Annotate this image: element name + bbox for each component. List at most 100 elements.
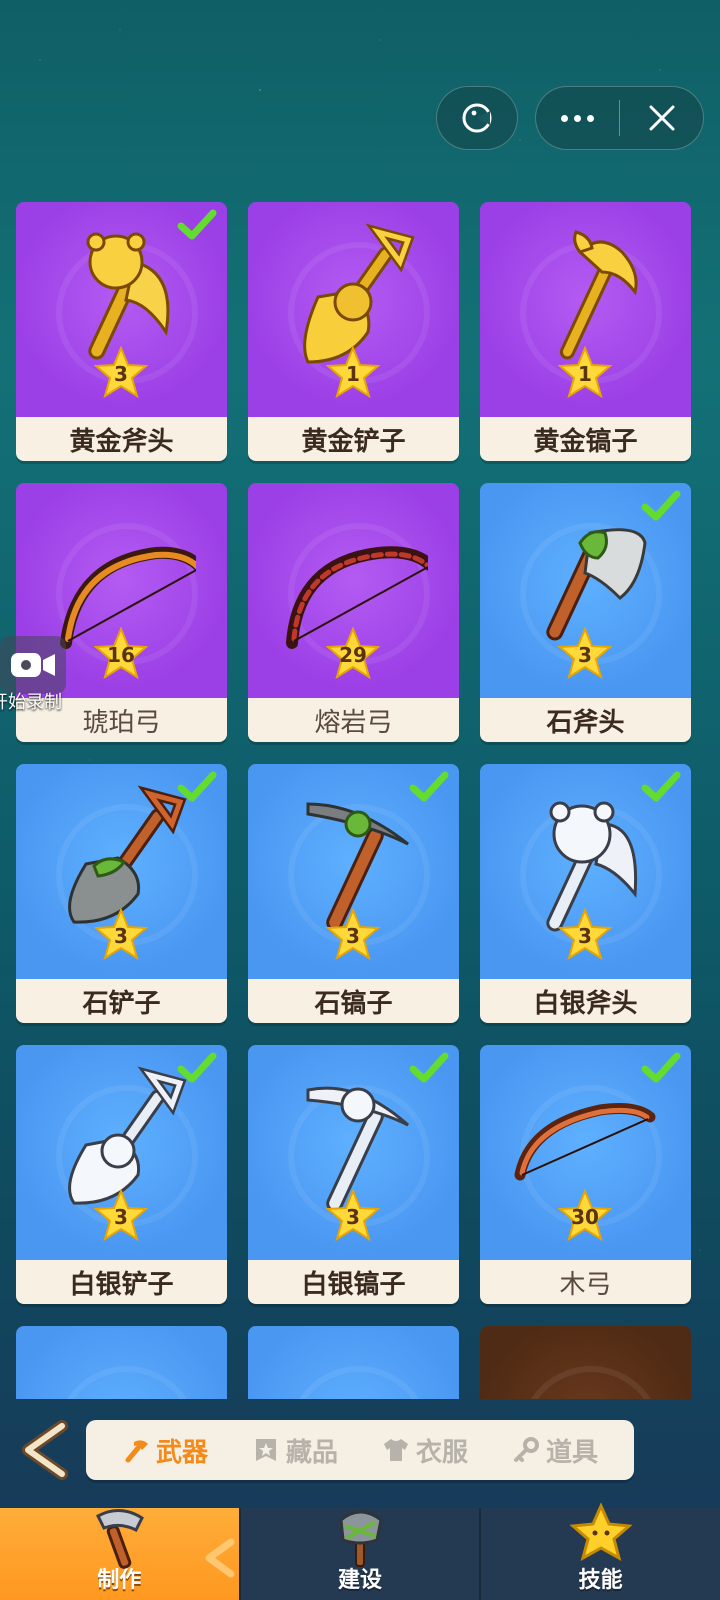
item-card[interactable]: 30 木弓	[480, 1045, 691, 1304]
key-icon	[513, 1437, 539, 1462]
item-grid: 3 黄金斧头 1 黄金铲子 1 黄金镐子 16 琥珀弓 29 熔岩弓 3 石斧头…	[16, 202, 706, 1399]
close-button[interactable]	[620, 87, 703, 149]
level-star: 1	[557, 345, 613, 399]
item-name: 白银镐子	[248, 1260, 459, 1304]
item-card[interactable]: 3 黄金斧头	[16, 202, 227, 461]
item-name: 石斧头	[480, 698, 691, 742]
more-button[interactable]	[536, 87, 619, 149]
item-card[interactable]	[480, 1326, 691, 1399]
level-value: 1	[346, 362, 360, 386]
star-badge-icon	[255, 1439, 276, 1461]
bottom-tab-bar: 制作 建设 技能	[0, 1502, 720, 1600]
level-star: 3	[557, 626, 613, 680]
game-face-button[interactable]	[436, 86, 518, 150]
item-card[interactable]: 3 石铲子	[16, 764, 227, 1023]
item-name: 木弓	[480, 1260, 691, 1304]
craft-hammer-icon	[96, 1509, 145, 1569]
level-star: 3	[325, 1188, 381, 1242]
level-star: 3	[325, 907, 381, 961]
fish-weapon-icon	[46, 1346, 196, 1399]
level-value: 3	[114, 362, 128, 386]
close-icon	[649, 105, 674, 131]
build-stone-icon	[339, 1510, 383, 1567]
more-dots-icon	[561, 114, 594, 122]
item-art: 3	[16, 202, 227, 417]
item-art: 3	[480, 764, 691, 979]
level-value: 30	[571, 1205, 599, 1229]
level-value: 29	[339, 643, 367, 667]
level-value: 1	[578, 362, 592, 386]
item-art: 3	[480, 483, 691, 698]
level-value: 3	[578, 643, 592, 667]
item-card[interactable]: 1 黄金铲子	[248, 202, 459, 461]
level-value: 16	[107, 643, 135, 667]
item-card[interactable]: 3 石斧头	[480, 483, 691, 742]
category-label: 藏品	[285, 1437, 338, 1468]
back-button[interactable]	[18, 1420, 70, 1480]
tab-build[interactable]: 建设	[238, 1508, 480, 1600]
category-clothes[interactable]: 衣服	[360, 1420, 490, 1480]
category-label: 衣服	[415, 1437, 468, 1468]
category-bar: 武器 藏品 衣服 道具	[86, 1420, 634, 1480]
level-star: 1	[325, 345, 381, 399]
level-value: 3	[578, 924, 592, 948]
item-name: 石镐子	[248, 979, 459, 1023]
level-value: 3	[346, 1205, 360, 1229]
tab-craft[interactable]: 制作	[0, 1508, 239, 1600]
capsule-menu	[535, 86, 704, 150]
item-art: 3	[248, 764, 459, 979]
level-star: 16	[93, 626, 149, 680]
item-name: 黄金铲子	[248, 417, 459, 461]
game-face-icon	[462, 103, 492, 133]
item-art: 3	[248, 1045, 459, 1260]
item-name: 白银斧头	[480, 979, 691, 1023]
category-label: 武器	[155, 1437, 208, 1468]
item-name: 黄金镐子	[480, 417, 691, 461]
item-card[interactable]: 3 白银斧头	[480, 764, 691, 1023]
chevron-left-icon	[205, 1538, 235, 1578]
item-art: 1	[480, 202, 691, 417]
level-value: 3	[346, 924, 360, 948]
tab-skill[interactable]: 技能	[479, 1502, 720, 1600]
item-card[interactable]	[16, 1326, 227, 1399]
item-art	[16, 1326, 227, 1399]
item-art	[248, 1326, 459, 1399]
item-name: 熔岩弓	[248, 698, 459, 742]
item-name: 石铲子	[16, 979, 227, 1023]
item-card[interactable]: 3 白银镐子	[248, 1045, 459, 1304]
dark-weapon-icon	[510, 1346, 660, 1399]
level-star: 29	[325, 626, 381, 680]
category-props[interactable]: 道具	[490, 1420, 620, 1480]
record-label: 开始录制	[0, 692, 62, 713]
item-art: 1	[248, 202, 459, 417]
red-weapon-icon	[278, 1346, 428, 1399]
item-card[interactable]: 3 白银铲子	[16, 1045, 227, 1304]
item-name: 白银铲子	[16, 1260, 227, 1304]
record-box	[0, 636, 66, 694]
item-art: 30	[480, 1045, 691, 1260]
record-button[interactable]: 开始录制	[0, 636, 70, 713]
level-star: 3	[93, 1188, 149, 1242]
category-weapons[interactable]: 武器	[100, 1420, 230, 1480]
skill-star-icon	[569, 1502, 633, 1562]
level-star: 3	[93, 345, 149, 399]
item-name: 黄金斧头	[16, 417, 227, 461]
item-card[interactable]	[248, 1326, 459, 1399]
item-art: 3	[16, 764, 227, 979]
video-camera-icon	[11, 653, 55, 677]
level-star: 30	[557, 1188, 613, 1242]
shirt-icon	[383, 1439, 408, 1461]
level-star: 3	[557, 907, 613, 961]
level-value: 3	[114, 1205, 128, 1229]
item-art: 3	[16, 1045, 227, 1260]
hammer-icon	[125, 1440, 148, 1463]
category-label: 道具	[545, 1437, 598, 1468]
chevron-left-icon	[22, 1420, 68, 1480]
item-art	[480, 1326, 691, 1399]
level-star: 3	[93, 907, 149, 961]
category-collection[interactable]: 藏品	[230, 1420, 360, 1480]
item-card[interactable]: 1 黄金镐子	[480, 202, 691, 461]
item-card[interactable]: 29 熔岩弓	[248, 483, 459, 742]
item-art: 29	[248, 483, 459, 698]
item-card[interactable]: 3 石镐子	[248, 764, 459, 1023]
